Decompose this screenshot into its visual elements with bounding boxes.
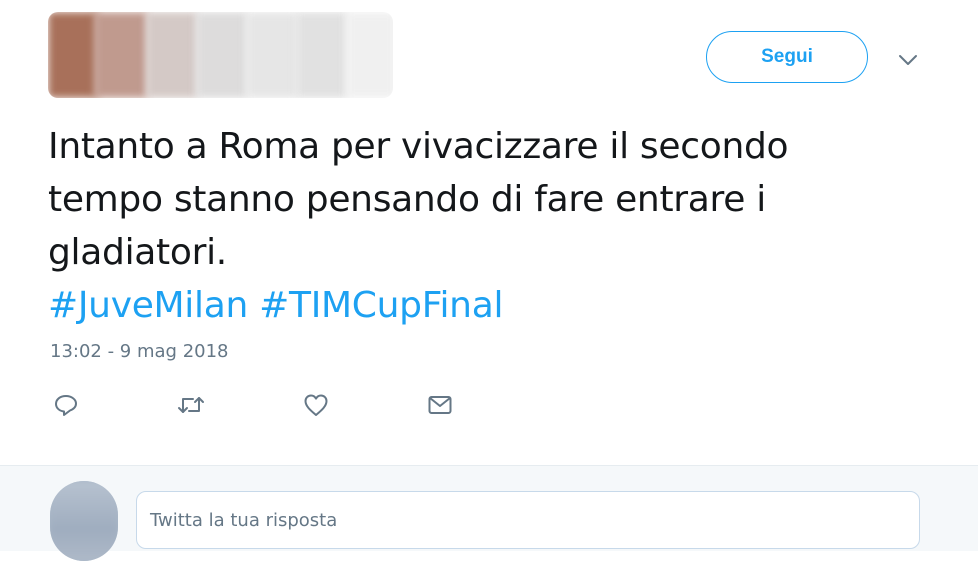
- hashtag-line: #JuveMilan #TIMCupFinal: [48, 279, 928, 332]
- tweet-actions: [0, 388, 978, 424]
- tweet-header: Segui: [0, 0, 978, 110]
- chevron-down-icon[interactable]: [896, 48, 920, 72]
- follow-button[interactable]: Segui: [706, 31, 868, 83]
- heart-icon: [304, 394, 328, 416]
- like-button[interactable]: [299, 388, 333, 422]
- reply-input[interactable]: Twitta la tua risposta: [136, 491, 920, 549]
- tweet-text-line: Intanto a Roma per vivacizzare il second…: [48, 126, 789, 167]
- tweet-timestamp[interactable]: 13:02 - 9 mag 2018: [50, 341, 229, 362]
- avatar: [50, 481, 118, 561]
- hashtag-link[interactable]: #TIMCupFinal: [259, 285, 503, 326]
- reply-icon: [55, 395, 77, 416]
- reply-button[interactable]: [49, 388, 83, 422]
- tweet-text-line: tempo stanno pensando di fare entrare i: [48, 179, 766, 220]
- reply-placeholder: Twitta la tua risposta: [150, 509, 338, 531]
- direct-message-icon: [428, 396, 452, 414]
- tweet-text-line: gladiatori.: [48, 232, 227, 273]
- tweet-text: Intanto a Roma per vivacizzare il second…: [48, 120, 928, 332]
- blurred-author-info: [48, 12, 393, 98]
- hashtag-link[interactable]: #JuveMilan: [48, 285, 248, 326]
- retweet-icon: [178, 397, 204, 413]
- retweet-button[interactable]: [174, 388, 208, 422]
- reply-composer: Twitta la tua risposta: [0, 465, 978, 561]
- direct-message-button[interactable]: [423, 388, 457, 422]
